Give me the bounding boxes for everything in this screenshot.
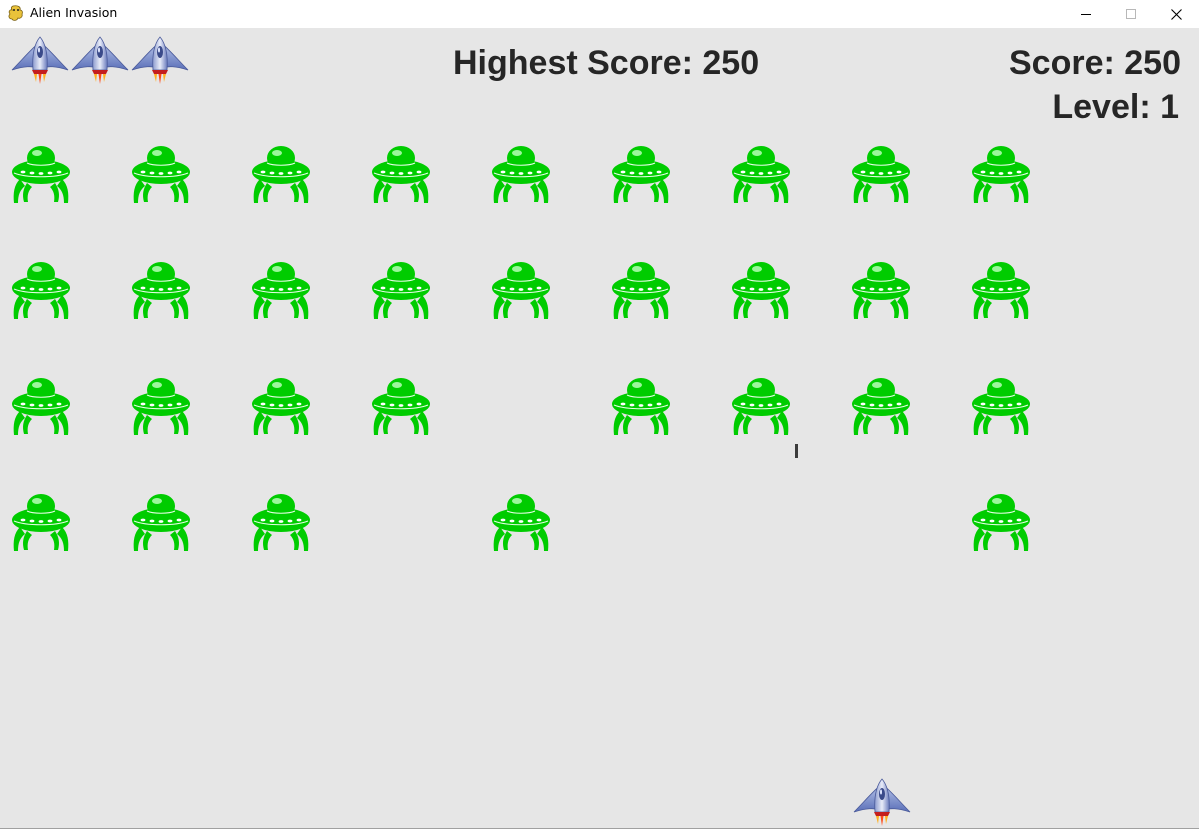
alien [371,145,431,203]
alien [851,145,911,203]
alien [131,261,191,319]
alien [731,145,791,203]
high-score-label: Highest Score: 250 [453,44,760,82]
alien [251,493,311,551]
minimize-button[interactable] [1063,0,1109,28]
alien [251,145,311,203]
alien [11,261,71,319]
alien [971,377,1031,435]
game-canvas[interactable]: Highest Score: 250 Score: 250 Level: 1 [0,28,1199,829]
alien [251,261,311,319]
bullet [795,444,798,458]
close-button[interactable] [1153,0,1199,28]
alien [971,145,1031,203]
window-titlebar[interactable]: Alien Invasion [0,0,1199,28]
level-label: Level: 1 [1052,88,1179,126]
reserve-ship [70,36,130,84]
alien [491,261,551,319]
maximize-button[interactable] [1108,0,1154,28]
alien [611,261,671,319]
alien [131,493,191,551]
alien [131,377,191,435]
alien [731,377,791,435]
alien [371,377,431,435]
alien [491,493,551,551]
alien [611,377,671,435]
alien [731,261,791,319]
reserve-ship [130,36,190,84]
close-icon [1170,8,1182,20]
python-snake-icon [8,5,23,21]
alien [491,145,551,203]
alien [11,145,71,203]
alien [851,261,911,319]
alien [131,145,191,203]
reserve-ship [10,36,70,84]
alien [851,377,911,435]
score-label: Score: 250 [1009,44,1181,82]
window-title: Alien Invasion [30,5,118,20]
alien [971,261,1031,319]
maximize-icon [1126,9,1136,19]
alien [251,377,311,435]
alien [371,261,431,319]
alien [11,377,71,435]
alien [971,493,1031,551]
player-ship [852,778,912,826]
minimize-icon [1081,14,1091,15]
alien [611,145,671,203]
alien [11,493,71,551]
